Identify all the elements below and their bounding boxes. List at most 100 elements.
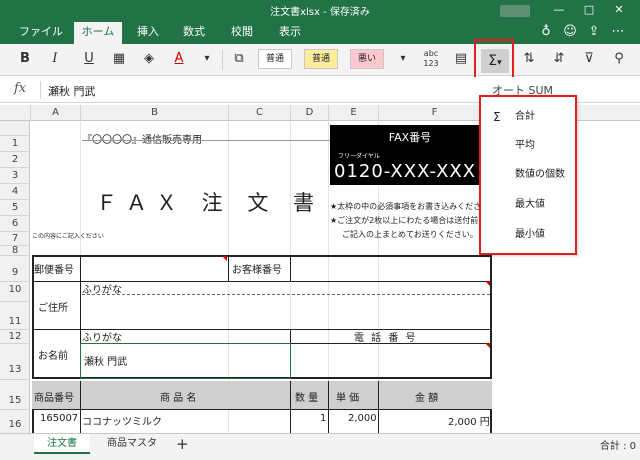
tab-view[interactable]: 表示 xyxy=(270,22,310,44)
menu-item-label: 平均 xyxy=(515,140,535,151)
store-name: 『〇〇〇〇』通信販売専用 xyxy=(82,131,202,146)
format-painter-icon[interactable]: ⧉ xyxy=(228,48,250,70)
bold-button[interactable]: B xyxy=(14,48,36,70)
italic-button[interactable]: I xyxy=(44,48,66,70)
column-header-c[interactable]: C xyxy=(228,105,290,121)
customer-number-label: お客様番号 xyxy=(232,265,282,276)
postal-code-label: 郵便番号 xyxy=(34,265,74,276)
table-header-code: 商品番号 xyxy=(34,393,74,404)
menu-item-min[interactable]: 最小値 xyxy=(481,223,575,247)
fax-box: FAX番号 フリーダイヤル 0120-XXX-XXX xyxy=(330,125,490,185)
styles-more-icon[interactable]: ▾ xyxy=(392,48,414,70)
tab-formulas[interactable]: 数式 xyxy=(174,22,214,44)
row-header[interactable]: 5 xyxy=(0,199,30,215)
table-cell-code[interactable]: 165007 xyxy=(40,413,78,424)
add-sheet-button[interactable]: + xyxy=(176,435,189,453)
ribbon-separator xyxy=(222,50,223,70)
share-icon[interactable]: ⇪ xyxy=(584,22,604,42)
sort-icon[interactable]: ⇅ xyxy=(518,48,540,70)
insert-cells-icon[interactable]: ▤ xyxy=(450,48,472,70)
name-value[interactable]: 瀬秋 門武 xyxy=(84,353,127,368)
column-header-d[interactable]: D xyxy=(290,105,328,121)
phone-label: 電 話 番 号 xyxy=(354,333,418,344)
style-bad[interactable]: 悪い xyxy=(350,49,384,69)
row-header[interactable]: 11 xyxy=(0,301,30,329)
row-header[interactable]: 6 xyxy=(0,215,30,231)
column-header-f[interactable]: F xyxy=(378,105,490,121)
close-icon[interactable]: ✕ xyxy=(608,2,630,18)
column-header-e[interactable]: E xyxy=(328,105,378,121)
style-normal[interactable]: 普通 xyxy=(258,49,292,69)
row-header[interactable]: 10 xyxy=(0,281,30,301)
fill-color-icon[interactable]: ◈ xyxy=(138,48,160,70)
row-header[interactable]: 16 xyxy=(0,409,30,433)
lightbulb-icon[interactable]: ♁ xyxy=(536,22,556,42)
store-underline xyxy=(82,140,330,141)
tab-review[interactable]: 校閲 xyxy=(222,22,262,44)
font-color-dropdown-icon[interactable]: ▾ xyxy=(196,48,218,70)
table-line xyxy=(328,381,329,433)
sheet-tab-products[interactable]: 商品マスタ xyxy=(100,434,164,454)
minimize-icon[interactable]: — xyxy=(548,2,570,18)
number-format-button[interactable]: abc 123 xyxy=(420,48,442,70)
row-header[interactable]: 3 xyxy=(0,167,30,183)
table-cell-price[interactable]: 2,000 xyxy=(348,413,377,424)
tab-home[interactable]: ホーム xyxy=(74,22,122,44)
table-line xyxy=(80,381,81,433)
table-cell-qty[interactable]: 1 xyxy=(320,413,326,424)
table-cell-product[interactable]: ココナッツミルク xyxy=(82,413,162,428)
more-icon[interactable]: ⋯ xyxy=(608,22,628,42)
row-header[interactable]: 15 xyxy=(0,379,30,409)
filter-icon[interactable]: ⊽ xyxy=(578,48,600,70)
tab-insert[interactable]: 挿入 xyxy=(128,22,168,44)
fax-title: FAX番号 xyxy=(388,131,432,144)
menu-item-label: 数値の個数 xyxy=(515,169,565,180)
row-header[interactable]: 12 xyxy=(0,329,30,343)
menu-item-average[interactable]: 平均 xyxy=(481,134,575,158)
maximize-icon[interactable]: □ xyxy=(578,2,600,18)
autosum-dropdown-icon: ▾ xyxy=(497,58,502,68)
menu-item-count[interactable]: 数値の個数 xyxy=(481,163,575,187)
row-header[interactable]: 1 xyxy=(0,135,30,151)
border-icon[interactable]: ▦ xyxy=(108,48,130,70)
column-header-b[interactable]: B xyxy=(80,105,228,121)
formula-separator xyxy=(40,81,41,99)
row-header[interactable]: 7 xyxy=(0,231,30,245)
fax-number: 0120-XXX-XXX xyxy=(334,161,477,182)
menu-item-sum[interactable]: Σ 合計 xyxy=(481,105,575,129)
fax-order-heading: ＦＡＸ 注 文 書 xyxy=(96,191,324,215)
menu-item-max[interactable]: 最大値 xyxy=(481,193,575,217)
tab-file[interactable]: ファイル xyxy=(16,22,66,44)
address-label: ご住所 xyxy=(38,303,68,314)
row-header[interactable]: 8 xyxy=(0,245,30,256)
status-sum: 合計 : 0 xyxy=(599,441,636,452)
fx-icon[interactable]: fx xyxy=(14,81,26,96)
column-header-a[interactable]: A xyxy=(30,105,80,121)
underline-button[interactable]: U xyxy=(78,48,100,70)
account-avatar[interactable] xyxy=(500,5,530,17)
table-header-amount: 金 額 xyxy=(415,393,439,404)
comment-marker xyxy=(485,281,490,286)
formula-input[interactable]: 瀬秋 門武 xyxy=(48,83,96,99)
sheet-tab-bar: 注文書 商品マスタ + 合計 : 0 xyxy=(0,433,640,460)
font-color-button[interactable]: A xyxy=(168,48,190,70)
row-header[interactable]: 13 xyxy=(0,343,30,379)
furigana-label: ふりがな xyxy=(82,333,122,344)
autosum-dropdown: Σ 合計 平均 数値の個数 最大値 最小値 xyxy=(479,95,577,255)
table-line xyxy=(290,381,291,433)
row-header[interactable]: 9 xyxy=(0,255,30,281)
table-line xyxy=(32,409,492,410)
menu-item-label: 最大値 xyxy=(515,199,545,210)
menu-item-label: 合計 xyxy=(515,111,535,122)
sort-desc-icon[interactable]: ⇵ xyxy=(548,48,570,70)
user-icon[interactable]: ☺ xyxy=(560,22,580,42)
table-cell-amount[interactable]: 2,000 円 xyxy=(448,413,490,428)
style-neutral[interactable]: 普通 xyxy=(304,49,338,69)
row-header[interactable]: 2 xyxy=(0,151,30,167)
sheet-tab-order[interactable]: 注文書 xyxy=(34,434,90,454)
search-icon[interactable]: ⚲ xyxy=(608,48,630,70)
autosum-button[interactable]: Σ▾ xyxy=(481,49,509,73)
furigana-label: ふりがな xyxy=(82,285,122,296)
note-line-3: ご記入の上まとめてお送りください。 xyxy=(342,230,478,239)
row-header[interactable]: 4 xyxy=(0,183,30,199)
